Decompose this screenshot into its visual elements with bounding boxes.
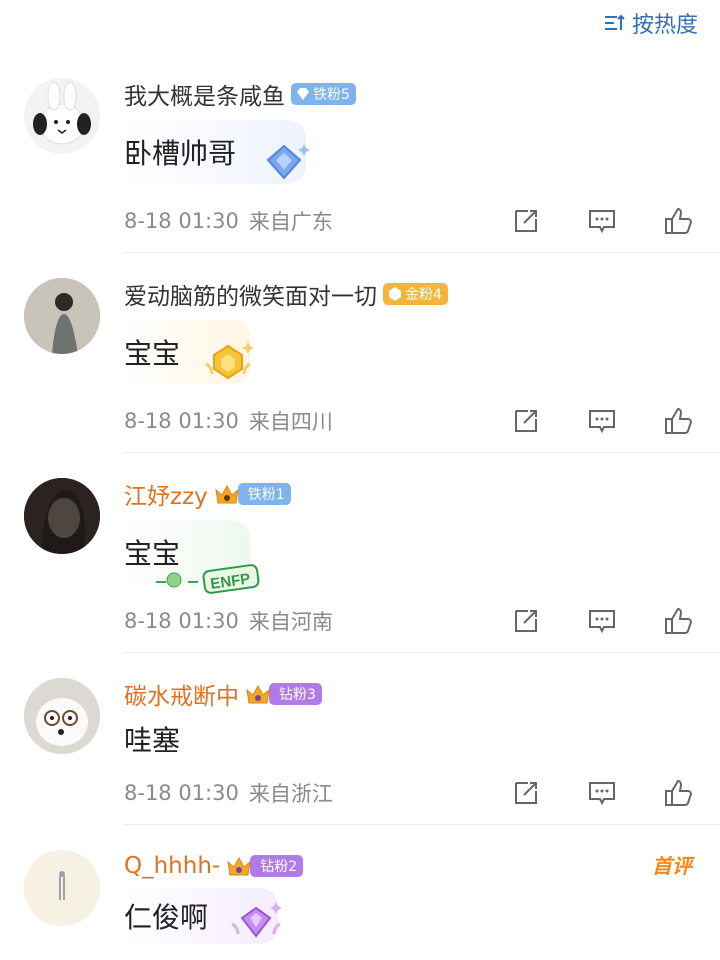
comment-meta: 8-18 01:30 来自广东: [124, 206, 333, 236]
comment-bubble[interactable]: 卧槽帅哥: [124, 120, 311, 184]
crown-icon: [246, 684, 270, 704]
comment-location: 来自四川: [248, 410, 333, 434]
fan-badge-label: 铁粉1: [247, 487, 285, 503]
comment-icon[interactable]: [586, 605, 618, 637]
diamond-sticker-icon: [266, 144, 311, 180]
divider: [124, 824, 720, 825]
share-icon[interactable]: [510, 777, 542, 809]
first-comment-tag: 首评: [652, 854, 692, 878]
comment-location: 来自广东: [248, 210, 333, 234]
comment-item: Q_hhhh- 钻粉2 首评 仁俊啊: [0, 850, 720, 960]
comment-text: 卧槽帅哥: [124, 137, 237, 170]
comment-item: 江妤zzy 铁粉1 宝宝 ENFP 8-18 01:30 来自河南: [0, 478, 720, 653]
username-row: Q_hhhh- 钻粉2: [124, 850, 304, 882]
divider: [124, 652, 720, 653]
sort-label: 按热度: [631, 13, 698, 38]
like-icon[interactable]: [662, 205, 694, 237]
comment-date: 8-18 01:30: [124, 209, 239, 233]
purple-gem-sticker-icon: [231, 902, 283, 938]
fan-badge[interactable]: 金粉4: [383, 283, 448, 305]
like-icon[interactable]: [662, 777, 694, 809]
username[interactable]: 江妤zzy: [124, 477, 208, 511]
comment-date: 8-18 01:30: [124, 409, 239, 433]
crown-icon: [227, 856, 251, 876]
comment-icon[interactable]: [586, 405, 618, 437]
comment-meta: 8-18 01:30 来自四川: [124, 406, 333, 436]
comment-bubble[interactable]: 哇塞: [124, 714, 180, 764]
comment-bubble[interactable]: 宝宝 ENFP: [124, 520, 260, 594]
comment-location: 来自河南: [248, 610, 333, 634]
fan-badge-label: 钻粉3: [279, 687, 316, 703]
comment-item: 碳水戒断中 钻粉3 哇塞 8-18 01:30 来自浙江: [0, 678, 720, 825]
avatar[interactable]: [24, 478, 100, 554]
avatar[interactable]: [24, 78, 100, 154]
gold-gem-sticker-icon: [205, 342, 255, 380]
share-icon[interactable]: [510, 405, 542, 437]
fan-badge[interactable]: 铁粉1: [237, 483, 291, 505]
comment-icon[interactable]: [586, 777, 618, 809]
username-row: 爱动脑筋的微笑面对一切 金粉4: [124, 278, 448, 310]
like-icon[interactable]: [662, 405, 694, 437]
divider: [124, 252, 720, 253]
comment-text: 仁俊啊: [124, 901, 209, 934]
username[interactable]: 爱动脑筋的微笑面对一切: [124, 277, 377, 311]
sort-icon: [604, 14, 625, 30]
comment-actions: [510, 204, 694, 238]
comment-date: 8-18 01:30: [124, 781, 239, 805]
fan-badge-label: 钻粉2: [260, 859, 298, 875]
gold-gem-icon: [389, 287, 401, 301]
comment-meta: 8-18 01:30 来自浙江: [124, 778, 333, 808]
crown-icon: [215, 484, 239, 504]
comment-bubble[interactable]: 宝宝: [124, 320, 255, 384]
username-row: 碳水戒断中 钻粉3: [124, 678, 322, 710]
username[interactable]: Q_hhhh-: [124, 853, 220, 879]
sort-by-hot-button[interactable]: 按热度: [602, 8, 698, 38]
comment-text: 宝宝: [124, 337, 181, 370]
avatar[interactable]: [24, 678, 100, 754]
comment-icon[interactable]: [586, 205, 618, 237]
divider: [124, 452, 720, 453]
comment-meta: 8-18 01:30 来自河南: [124, 606, 333, 636]
comment-date: 8-18 01:30: [124, 609, 239, 633]
fan-badge-label: 金粉4: [405, 287, 442, 303]
diamond-icon: [297, 88, 309, 100]
share-icon[interactable]: [510, 205, 542, 237]
like-icon[interactable]: [662, 605, 694, 637]
comment-text: 哇塞: [124, 724, 181, 757]
fan-badge-label: 铁粉5: [313, 87, 350, 103]
comment-actions: [510, 604, 694, 638]
username-row: 我大概是条咸鱼 铁粉5: [124, 78, 356, 110]
fan-badge[interactable]: 铁粉5: [291, 83, 356, 105]
comment-location: 来自浙江: [248, 782, 333, 806]
comment-bubble[interactable]: 仁俊啊: [124, 888, 283, 944]
share-icon[interactable]: [510, 605, 542, 637]
fan-badge[interactable]: 钻粉2: [250, 855, 304, 877]
username-row: 江妤zzy 铁粉1: [124, 478, 291, 510]
comment-item: 我大概是条咸鱼 铁粉5 卧槽帅哥 8-18 01:30 来自广东: [0, 78, 720, 253]
username[interactable]: 碳水戒断中: [124, 677, 239, 711]
avatar[interactable]: [24, 278, 100, 354]
comment-actions: [510, 776, 694, 810]
avatar[interactable]: [24, 850, 100, 926]
comment-item: 爱动脑筋的微笑面对一切 金粉4 宝宝 8-18 01:30 来自四川: [0, 278, 720, 453]
username[interactable]: 我大概是条咸鱼: [124, 77, 285, 111]
fan-badge[interactable]: 钻粉3: [269, 683, 322, 705]
comment-actions: [510, 404, 694, 438]
enfp-sticker-icon: ENFP: [156, 564, 260, 594]
